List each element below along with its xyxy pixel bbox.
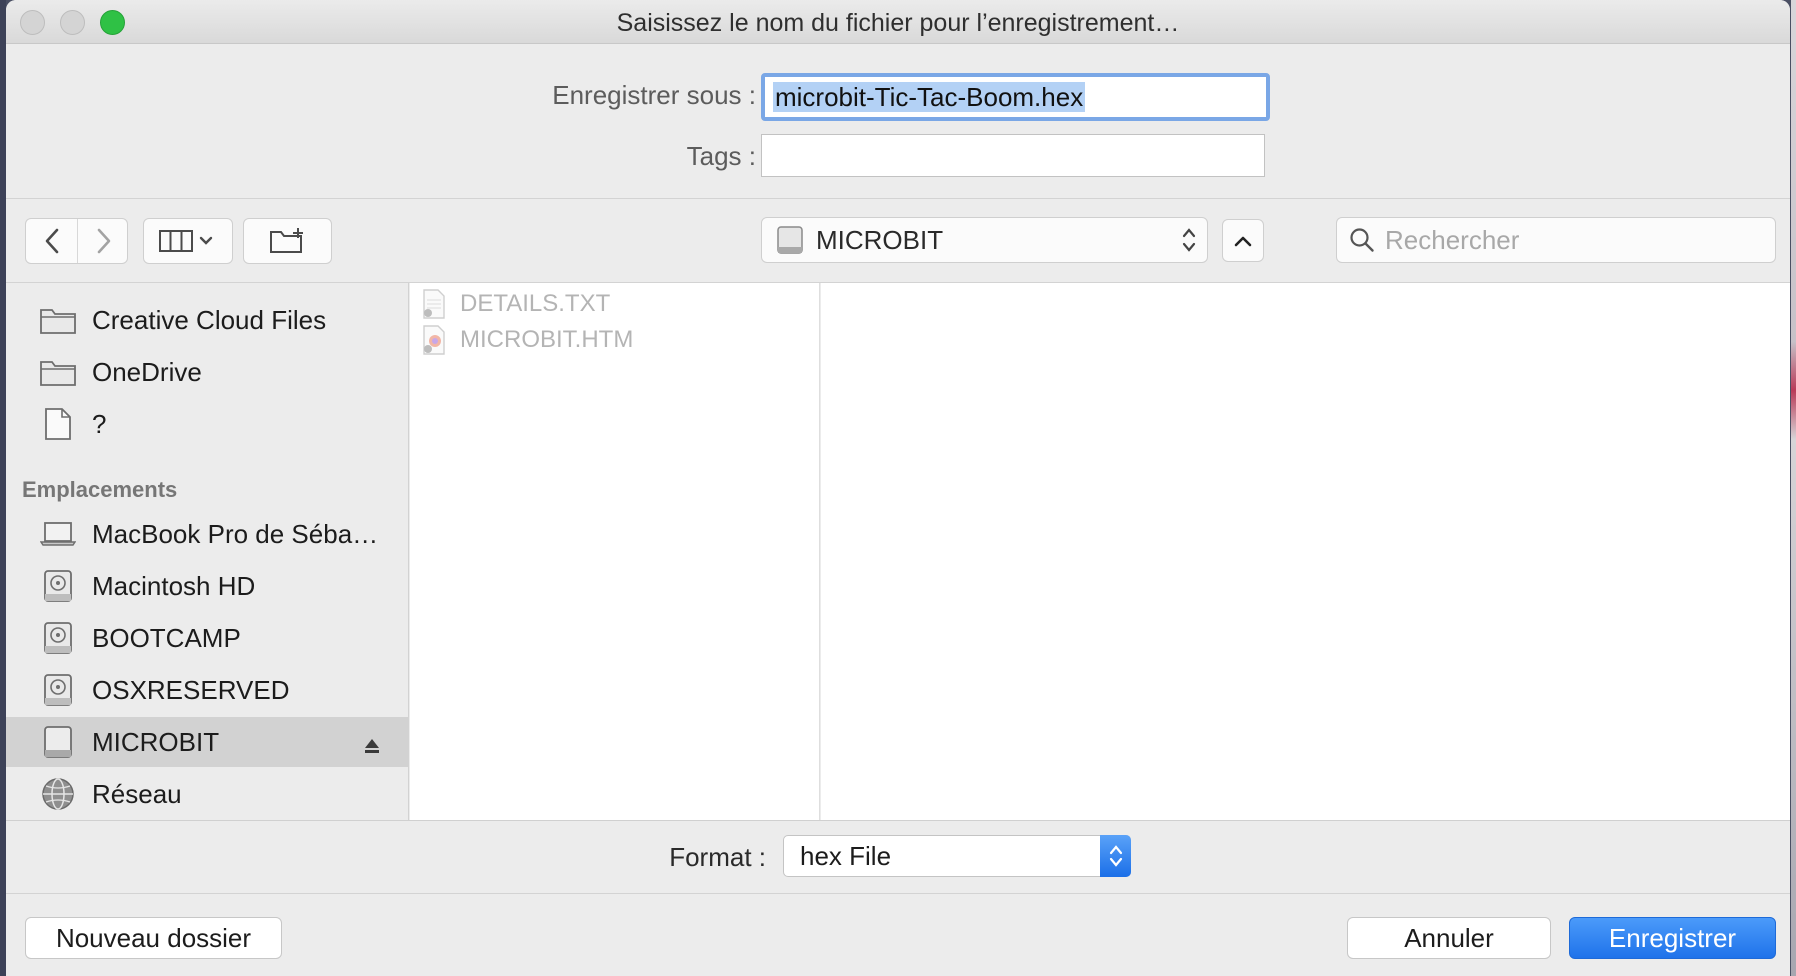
chevron-left-icon [45, 228, 58, 254]
external-drive-icon [777, 226, 803, 254]
chevron-up-down-icon [1182, 228, 1196, 252]
folder-icon [38, 354, 78, 390]
sidebar-item-unknown[interactable]: ? [6, 399, 409, 449]
search-placeholder: Rechercher [1385, 224, 1520, 255]
save-button[interactable]: Enregistrer [1569, 917, 1776, 959]
tags-input[interactable] [761, 134, 1265, 177]
document-icon [38, 406, 78, 442]
file-item-details[interactable]: DETAILS.TXT [422, 287, 610, 321]
new-folder-icon [269, 228, 303, 253]
save-as-value: microbit-Tic-Tac-Boom.hex [773, 82, 1086, 112]
title-bar: Saisissez le nom du fichier pour l’enreg… [6, 0, 1790, 44]
sidebar-item-network[interactable]: Réseau [6, 769, 409, 819]
sidebar-item-label: BOOTCAMP [92, 622, 241, 653]
sidebar-item-label: MacBook Pro de Séba… [92, 518, 379, 549]
locations-heading: Emplacements [22, 477, 178, 502]
back-button[interactable] [26, 219, 77, 263]
new-folder-button[interactable]: Nouveau dossier [25, 917, 282, 959]
format-value: hex File [800, 841, 892, 871]
file-column: DETAILS.TXT MICROBIT.HTM [410, 283, 820, 820]
sidebar-item-label: ? [92, 408, 107, 439]
format-label: Format : [669, 842, 766, 872]
laptop-icon [38, 516, 78, 552]
sidebar-item-bootcamp[interactable]: BOOTCAMP [6, 613, 409, 663]
sidebar-item-label: Réseau [92, 778, 182, 809]
save-as-label: Enregistrer sous : [552, 80, 756, 110]
file-item-microbit-htm[interactable]: MICROBIT.HTM [422, 323, 633, 357]
sidebar: Creative Cloud Files OneDrive ? Emplacem… [6, 283, 409, 820]
sidebar-item-label: Macintosh HD [92, 570, 256, 601]
html-file-icon [423, 325, 445, 355]
view-options-button[interactable] [143, 218, 233, 264]
chevron-up-icon [1234, 236, 1252, 246]
network-globe-icon [38, 776, 78, 812]
chevron-up-down-icon [1100, 835, 1131, 877]
forward-button[interactable] [78, 219, 129, 263]
sidebar-item-osxreserved[interactable]: OSXRESERVED [6, 665, 409, 715]
expand-collapse-button[interactable] [1222, 219, 1264, 262]
divider [6, 893, 1790, 894]
bottom-bar: Format : hex File Nouveau dossier Annule… [6, 820, 1790, 976]
external-drive-icon [38, 724, 78, 760]
sidebar-item-microbit[interactable]: MICROBIT [6, 717, 409, 767]
sidebar-item-creative-cloud[interactable]: Creative Cloud Files [6, 295, 409, 345]
sidebar-item-onedrive[interactable]: OneDrive [6, 347, 409, 397]
sidebar-item-label: OneDrive [92, 356, 202, 387]
navigation-buttons [25, 218, 128, 264]
desktop-background-right [1791, 0, 1796, 976]
new-folder-toolbar-button[interactable] [243, 218, 332, 264]
hard-drive-icon [38, 672, 78, 708]
tags-label: Tags : [686, 141, 756, 171]
hard-drive-icon [38, 620, 78, 656]
hard-drive-icon [38, 568, 78, 604]
sidebar-item-macbook[interactable]: MacBook Pro de Séba… [6, 509, 409, 559]
sidebar-item-macintosh-hd[interactable]: Macintosh HD [6, 561, 409, 611]
file-name: MICROBIT.HTM [460, 326, 634, 353]
sidebar-item-label: MICROBIT [92, 726, 220, 757]
chevron-right-icon [97, 228, 110, 254]
preview-column [821, 283, 1790, 820]
sidebar-item-label: OSXRESERVED [92, 674, 290, 705]
search-icon [1350, 228, 1374, 252]
location-popup[interactable]: MICROBIT [761, 217, 1208, 263]
sidebar-item-label: Creative Cloud Files [92, 304, 327, 335]
format-select[interactable]: hex File [783, 835, 1131, 877]
save-dialog: Saisissez le nom du fichier pour l’enreg… [6, 0, 1790, 976]
file-name: DETAILS.TXT [460, 290, 611, 317]
window-title: Saisissez le nom du fichier pour l’enreg… [616, 9, 1180, 37]
cancel-button[interactable]: Annuler [1347, 917, 1551, 959]
search-field[interactable]: Rechercher [1336, 217, 1776, 263]
folder-icon [38, 302, 78, 338]
text-file-icon [423, 289, 445, 319]
location-label: MICROBIT [816, 224, 944, 255]
column-view-icon [159, 230, 213, 252]
divider [6, 198, 1790, 199]
eject-icon[interactable] [363, 731, 381, 762]
save-as-input[interactable]: microbit-Tic-Tac-Boom.hex [761, 73, 1270, 121]
